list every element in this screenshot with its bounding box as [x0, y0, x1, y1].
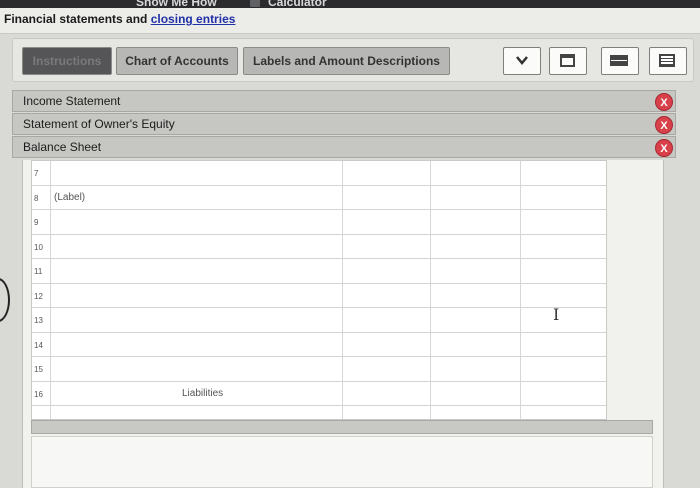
row-number: 12	[34, 291, 43, 301]
row-number: 15	[34, 365, 43, 374]
toolbar: Instructions Chart of Accounts Labels an…	[12, 38, 694, 82]
liabilities-label-cell[interactable]: Liabilities	[182, 388, 223, 399]
table-row[interactable]: 8 (Label)	[32, 186, 606, 210]
close-owners-equity-icon[interactable]: X	[655, 116, 673, 134]
table-row[interactable]: 14	[32, 333, 606, 357]
row-number: 10	[34, 242, 43, 252]
table-row[interactable]: 13	[32, 308, 606, 333]
table-row[interactable]: 7	[32, 161, 606, 186]
page-title-bar: Financial statements and closing entries	[0, 8, 700, 34]
table-row[interactable]: 16 Liabilities	[32, 382, 606, 406]
window-icon	[560, 54, 575, 67]
section-balance-sheet[interactable]: Balance Sheet	[12, 136, 676, 158]
calculator-icon[interactable]	[250, 0, 260, 7]
screen-edge-decoration	[0, 278, 10, 322]
row-number: 11	[34, 267, 43, 276]
window-view-button[interactable]	[549, 47, 587, 75]
table-row[interactable]: 9	[32, 210, 606, 235]
lower-panel	[31, 436, 653, 488]
tab-labels-and-amount-descriptions[interactable]: Labels and Amount Descriptions	[243, 47, 450, 75]
row-number: 13	[34, 316, 43, 325]
resize-handle[interactable]	[31, 420, 653, 434]
balance-sheet-panel: 7 8 (Label) 9 10 11 12 13 14 15 16 Liabi…	[22, 160, 664, 488]
table-row[interactable]: 11	[32, 259, 606, 284]
close-income-statement-icon[interactable]: X	[655, 93, 673, 111]
split-view-button[interactable]	[601, 47, 639, 75]
page-title-text: Financial statements and	[4, 12, 148, 26]
table-row[interactable]: 12	[32, 284, 606, 308]
table-row[interactable]: 10	[32, 235, 606, 259]
tab-instructions[interactable]: Instructions	[22, 47, 112, 75]
table-row[interactable]: 15	[32, 357, 606, 382]
row-number: 8	[34, 193, 39, 203]
balance-sheet-grid: 7 8 (Label) 9 10 11 12 13 14 15 16 Liabi…	[31, 160, 607, 420]
split-view-icon	[610, 55, 628, 66]
section-owners-equity[interactable]: Statement of Owner's Equity	[12, 113, 676, 135]
chevron-down-icon	[516, 53, 528, 68]
tab-chart-of-accounts[interactable]: Chart of Accounts	[116, 47, 238, 75]
row-number: 9	[34, 218, 39, 227]
close-balance-sheet-icon[interactable]: X	[655, 139, 673, 157]
closing-entries-link[interactable]: closing entries	[151, 12, 236, 26]
page-title: Financial statements and closing entries	[4, 12, 235, 26]
list-view-button[interactable]	[649, 47, 687, 75]
text-cursor-icon: I	[553, 305, 560, 324]
row-number: 7	[34, 169, 39, 178]
row-number: 16	[34, 389, 43, 399]
row-number: 14	[34, 340, 43, 350]
list-view-icon	[659, 54, 675, 67]
label-cell[interactable]: (Label)	[54, 192, 85, 203]
dropdown-button[interactable]	[503, 47, 541, 75]
section-income-statement[interactable]: Income Statement	[12, 90, 676, 112]
